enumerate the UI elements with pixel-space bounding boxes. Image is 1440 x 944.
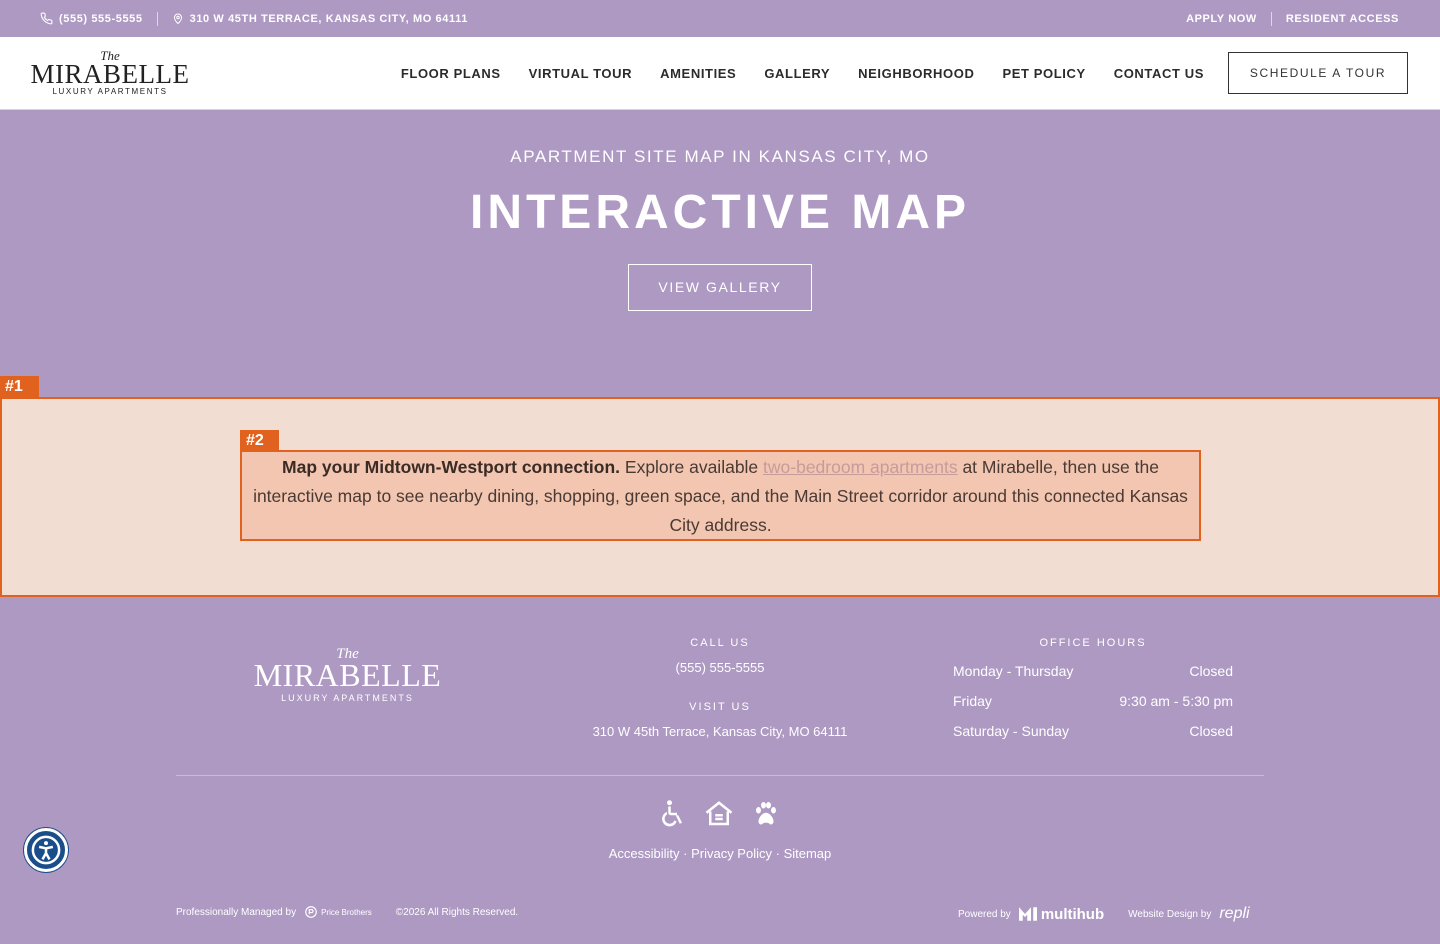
main-header: The MIRABELLE LUXURY APARTMENTS FLOOR PL… <box>0 37 1440 110</box>
privacy-policy-link[interactable]: Privacy Policy <box>691 846 772 861</box>
two-bedroom-link[interactable]: two-bedroom apartments <box>763 457 958 477</box>
visit-us-block: VISIT US 310 W 45th Terrace, Kansas City… <box>580 701 860 739</box>
link-separator: · <box>679 846 692 861</box>
apply-now-link[interactable]: APPLY NOW <box>1186 13 1257 25</box>
multihub-name: multihub <box>1040 905 1105 923</box>
equal-housing-icon <box>705 801 733 826</box>
repli-logo[interactable]: repli <box>1219 905 1249 923</box>
compliance-icons <box>657 799 781 829</box>
footer-logo[interactable]: The MIRABELLE LUXURY APARTMENTS <box>253 647 442 704</box>
footer-address[interactable]: 310 W 45th Terrace, Kansas City, MO 6411… <box>580 724 860 739</box>
nav-virtual-tour[interactable]: VIRTUAL TOUR <box>529 66 633 81</box>
view-gallery-button[interactable]: VIEW GALLERY <box>628 264 812 311</box>
phone-icon <box>40 12 53 25</box>
phone-text: (555) 555-5555 <box>59 12 143 25</box>
price-brothers-logo[interactable]: Price Brothers <box>304 905 372 919</box>
logo-name: MIRABELLE <box>30 58 190 89</box>
management-credit: Professionally Managed by Price Brothers… <box>176 905 518 919</box>
hours-day: Monday - Thursday <box>953 663 1074 679</box>
phone-link[interactable]: (555) 555-5555 <box>40 12 143 25</box>
footer-logo-name: MIRABELLE <box>253 657 442 693</box>
legal-links: Accessibility · Privacy Policy · Sitemap <box>0 846 1440 861</box>
powered-by-credit: Powered by multihub Website Design by re… <box>958 905 1250 923</box>
office-hours-heading: OFFICE HOURS <box>1039 637 1147 649</box>
office-hours: OFFICE HOURS Monday - Thursday Closed Fr… <box>953 637 1233 739</box>
hours-time: Closed <box>1189 663 1233 679</box>
top-utility-bar: (555) 555-5555 310 W 45TH TERRACE, KANSA… <box>0 0 1440 37</box>
top-actions: APPLY NOW RESIDENT ACCESS <box>1186 11 1399 26</box>
intro-paragraph: Map your Midtown-Westport connection. Ex… <box>240 450 1201 541</box>
managed-by-text: Professionally Managed by <box>176 906 297 918</box>
resident-access-link[interactable]: RESIDENT ACCESS <box>1286 13 1399 25</box>
divider <box>156 11 158 26</box>
nav-neighborhood[interactable]: NEIGHBORHOOD <box>858 66 974 81</box>
wheelchair-accessible-icon <box>662 800 682 827</box>
multihub-logo[interactable]: multihub <box>1018 905 1105 923</box>
call-us-block: CALL US (555) 555-5555 <box>580 637 860 675</box>
sitemap-link[interactable]: Sitemap <box>784 846 832 861</box>
address-text: 310 W 45TH TERRACE, KANSAS CITY, MO 6411… <box>189 12 468 25</box>
annotation-label-1: #1 <box>0 376 39 397</box>
nav-amenities[interactable]: AMENITIES <box>660 66 736 81</box>
intro-text-before: Explore available <box>620 457 764 477</box>
hours-day: Saturday - Sunday <box>953 723 1069 739</box>
price-brothers-name: Price Brothers <box>321 907 372 917</box>
hours-time: 9:30 am - 5:30 pm <box>1119 693 1233 709</box>
accessibility-link[interactable]: Accessibility <box>609 846 680 861</box>
hours-row: Friday 9:30 am - 5:30 pm <box>953 693 1233 709</box>
price-brothers-icon <box>305 906 317 918</box>
call-us-heading: CALL US <box>690 637 750 649</box>
visit-us-heading: VISIT US <box>689 701 751 713</box>
powered-by-text: Powered by <box>958 908 1011 920</box>
schedule-tour-button[interactable]: SCHEDULE A TOUR <box>1228 52 1408 94</box>
link-separator: · <box>772 846 784 861</box>
nav-contact-us[interactable]: CONTACT US <box>1114 66 1204 81</box>
hours-time: Closed <box>1189 723 1233 739</box>
logo-subtitle: LUXURY APARTMENTS <box>52 86 168 96</box>
main-nav: FLOOR PLANS VIRTUAL TOUR AMENITIES GALLE… <box>401 66 1204 81</box>
page-title: INTERACTIVE MAP <box>469 186 970 239</box>
footer-logo-subtitle: LUXURY APARTMENTS <box>281 693 414 703</box>
accessibility-widget-button[interactable] <box>24 828 68 872</box>
footer-phone[interactable]: (555) 555-5555 <box>580 660 860 675</box>
nav-floor-plans[interactable]: FLOOR PLANS <box>401 66 501 81</box>
divider <box>1270 11 1272 26</box>
location-pin-icon <box>173 13 182 25</box>
address-link[interactable]: 310 W 45TH TERRACE, KANSAS CITY, MO 6411… <box>172 12 468 25</box>
hours-day: Friday <box>953 693 992 709</box>
multihub-icon <box>1018 907 1037 921</box>
copyright-text: ©2026 All Rights Reserved. <box>395 906 519 918</box>
site-logo[interactable]: The MIRABELLE LUXURY APARTMENTS <box>31 49 190 97</box>
nav-gallery[interactable]: GALLERY <box>764 66 830 81</box>
footer-divider <box>176 775 1264 776</box>
hours-row: Monday - Thursday Closed <box>953 663 1233 679</box>
design-by-text: Website Design by <box>1128 908 1212 920</box>
annotation-label-2: #2 <box>240 430 279 450</box>
pet-friendly-icon <box>756 802 776 825</box>
contact-info: (555) 555-5555 310 W 45TH TERRACE, KANSA… <box>40 11 468 26</box>
site-footer: The MIRABELLE LUXURY APARTMENTS CALL US … <box>0 597 1440 944</box>
hours-row: Saturday - Sunday Closed <box>953 723 1233 739</box>
nav-pet-policy[interactable]: PET POLICY <box>1002 66 1085 81</box>
intro-lead: Map your Midtown-Westport connection. <box>282 457 621 477</box>
hero-eyebrow: APARTMENT SITE MAP IN KANSAS CITY, MO <box>510 147 930 166</box>
hero-section: APARTMENT SITE MAP IN KANSAS CITY, MO IN… <box>0 110 1440 397</box>
accessibility-person-icon <box>31 835 61 865</box>
